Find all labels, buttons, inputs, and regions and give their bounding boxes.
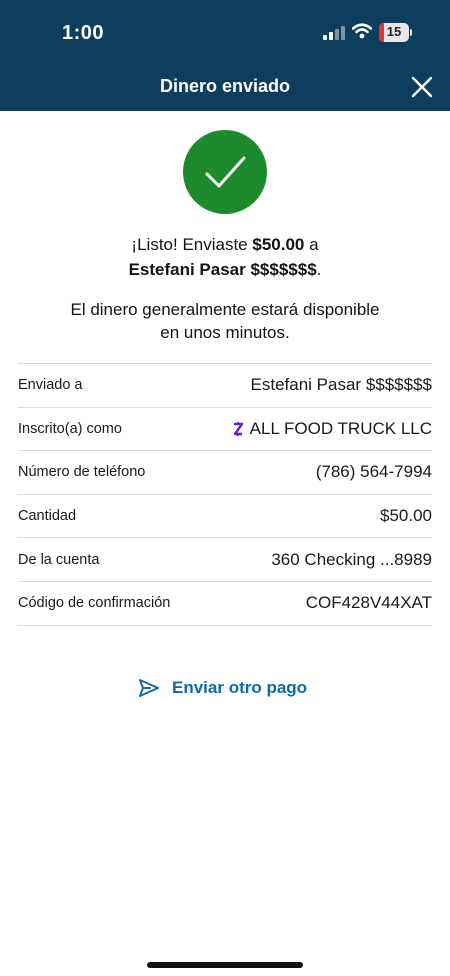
confirmation-message: ¡Listo! Enviaste $50.00 a Estefani Pasar… xyxy=(128,235,322,279)
detail-label: Inscrito(a) como xyxy=(18,420,122,437)
detail-label: Enviado a xyxy=(18,377,83,394)
detail-value: $50.00 xyxy=(380,506,432,526)
battery-icon: 15 xyxy=(379,23,409,42)
header-bar: 1:00 15 Dinero enviado xyxy=(0,0,450,111)
detail-value: Estefani Pasar $$$$$$$ xyxy=(250,375,432,395)
cellular-signal-icon xyxy=(323,26,345,40)
detail-row-enrolled-as: Inscrito(a) como ALL FOOD TRUCK LLC xyxy=(18,408,432,452)
detail-row-account: De la cuenta 360 Checking ...8989 xyxy=(18,538,432,582)
send-another-payment-button[interactable]: Enviar otro pago xyxy=(138,677,307,699)
detail-label: Código de confirmación xyxy=(18,595,171,612)
sent-amount: $50.00 xyxy=(252,235,305,254)
send-icon xyxy=(139,679,159,697)
detail-value: COF428V44XAT xyxy=(305,593,432,613)
detail-value: ALL FOOD TRUCK LLC xyxy=(249,418,432,438)
detail-label: De la cuenta xyxy=(18,551,100,568)
detail-row-amount: Cantidad $50.00 xyxy=(18,495,432,539)
battery-level: 15 xyxy=(386,24,402,39)
close-icon[interactable] xyxy=(411,76,433,98)
detail-row-phone: Número de teléfono (786) 564-7994 xyxy=(18,451,432,495)
detail-label: Cantidad xyxy=(18,508,77,525)
send-another-payment-label: Enviar otro pago xyxy=(172,678,308,697)
transaction-details: Enviado a Estefani Pasar $$$$$$$ Inscrit… xyxy=(18,363,432,626)
availability-message: El dinero generalmente estará disponible… xyxy=(70,300,380,342)
detail-value: (786) 564-7994 xyxy=(315,462,432,482)
detail-value: 360 Checking ...8989 xyxy=(271,549,432,569)
success-check-icon xyxy=(183,130,267,214)
status-time: 1:00 xyxy=(62,22,105,44)
page-title: Dinero enviado xyxy=(159,76,291,96)
recipient-name: Estefani Pasar $$$$$$$ xyxy=(128,260,317,279)
detail-row-confirmation-code: Código de confirmación COF428V44XAT xyxy=(18,582,432,626)
home-indicator[interactable] xyxy=(147,962,303,968)
detail-label: Número de teléfono xyxy=(18,464,146,481)
wifi-icon xyxy=(352,23,372,39)
detail-row-recipient: Enviado a Estefani Pasar $$$$$$$ xyxy=(18,364,432,408)
zelle-icon xyxy=(233,421,243,436)
